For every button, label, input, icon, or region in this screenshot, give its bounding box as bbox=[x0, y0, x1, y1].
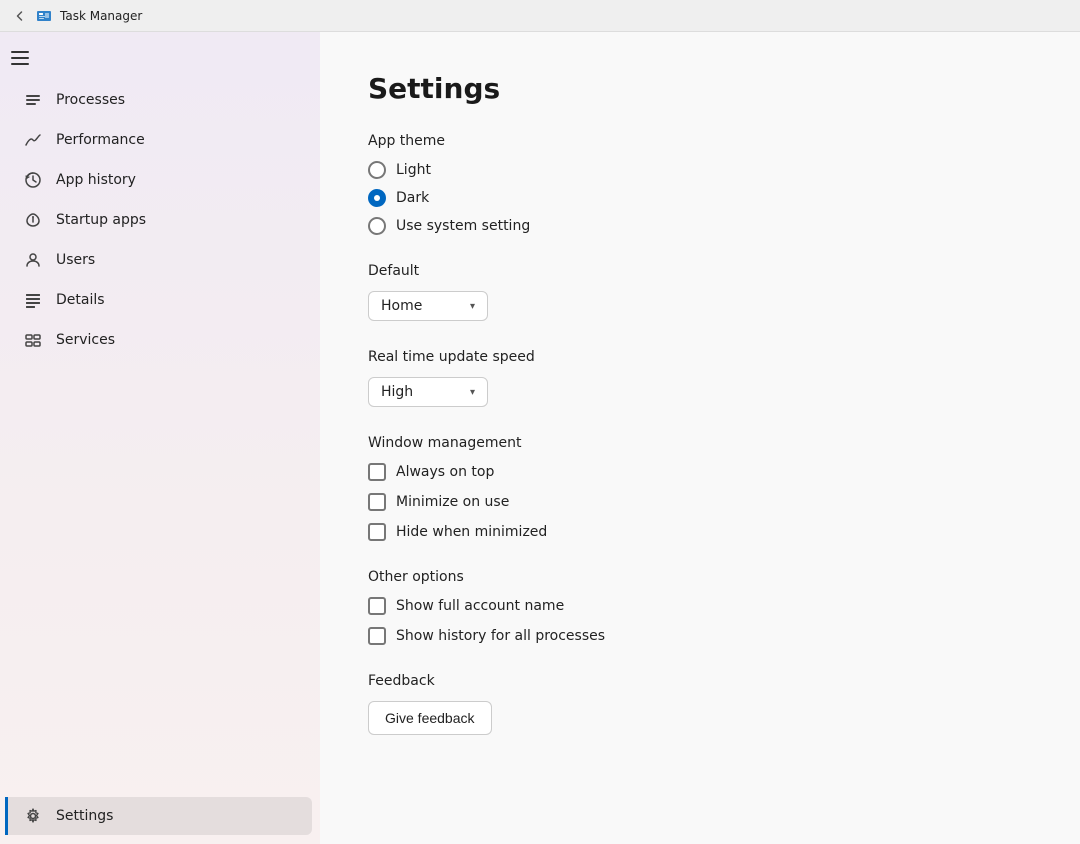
details-icon bbox=[24, 291, 42, 309]
page-title: Settings bbox=[368, 72, 1032, 105]
checkbox-always-on-top-label: Always on top bbox=[396, 464, 494, 480]
app-history-icon bbox=[24, 171, 42, 189]
sidebar-label-processes: Processes bbox=[56, 92, 125, 108]
chevron-down-icon-2: ▾ bbox=[470, 387, 475, 398]
window-management-label: Window management bbox=[368, 435, 1032, 451]
checkbox-always-on-top[interactable]: Always on top bbox=[368, 463, 1032, 481]
radio-light-input[interactable] bbox=[368, 161, 386, 179]
sidebar-bottom: Settings bbox=[0, 796, 320, 836]
checkbox-minimize-on-use-input[interactable] bbox=[368, 493, 386, 511]
checkbox-always-on-top-input[interactable] bbox=[368, 463, 386, 481]
hamburger-button[interactable] bbox=[0, 40, 40, 76]
startup-icon bbox=[24, 211, 42, 229]
radio-system-label: Use system setting bbox=[396, 218, 530, 234]
other-options-label: Other options bbox=[368, 569, 1032, 585]
default-dropdown-value: Home bbox=[381, 298, 422, 314]
chevron-down-icon: ▾ bbox=[470, 301, 475, 312]
realtime-dropdown[interactable]: High ▾ bbox=[368, 377, 488, 407]
sidebar-label-app-history: App history bbox=[56, 172, 136, 188]
radio-dark[interactable]: Dark bbox=[368, 189, 1032, 207]
checkbox-show-history-all[interactable]: Show history for all processes bbox=[368, 627, 1032, 645]
sidebar-label-settings: Settings bbox=[56, 808, 113, 824]
app-body: Processes Performance App history bbox=[0, 32, 1080, 844]
performance-icon bbox=[24, 131, 42, 149]
sidebar-item-startup-apps[interactable]: Startup apps bbox=[8, 201, 312, 239]
checkbox-show-full-account-input[interactable] bbox=[368, 597, 386, 615]
radio-system[interactable]: Use system setting bbox=[368, 217, 1032, 235]
sidebar: Processes Performance App history bbox=[0, 32, 320, 844]
sidebar-label-startup-apps: Startup apps bbox=[56, 212, 146, 228]
radio-dark-input[interactable] bbox=[368, 189, 386, 207]
sidebar-item-details[interactable]: Details bbox=[8, 281, 312, 319]
realtime-dropdown-value: High bbox=[381, 384, 413, 400]
sidebar-label-details: Details bbox=[56, 292, 105, 308]
checkbox-show-full-account-label: Show full account name bbox=[396, 598, 564, 614]
realtime-section: Real time update speed High ▾ bbox=[368, 349, 1032, 407]
sidebar-label-performance: Performance bbox=[56, 132, 145, 148]
checkbox-minimize-on-use-label: Minimize on use bbox=[396, 494, 509, 510]
checkbox-hide-when-minimized-input[interactable] bbox=[368, 523, 386, 541]
settings-icon bbox=[24, 807, 42, 825]
radio-light-label: Light bbox=[396, 162, 431, 178]
hamburger-icon bbox=[11, 51, 29, 65]
main-content: Settings App theme Light Dark Use system… bbox=[320, 32, 1080, 844]
checkbox-minimize-on-use[interactable]: Minimize on use bbox=[368, 493, 1032, 511]
app-theme-label: App theme bbox=[368, 133, 1032, 149]
default-section-label: Default bbox=[368, 263, 1032, 279]
checkbox-hide-when-minimized[interactable]: Hide when minimized bbox=[368, 523, 1032, 541]
sidebar-item-performance[interactable]: Performance bbox=[8, 121, 312, 159]
checkbox-show-full-account[interactable]: Show full account name bbox=[368, 597, 1032, 615]
checkbox-hide-when-minimized-label: Hide when minimized bbox=[396, 524, 547, 540]
sidebar-item-users[interactable]: Users bbox=[8, 241, 312, 279]
feedback-section-label: Feedback bbox=[368, 673, 1032, 689]
default-dropdown[interactable]: Home ▾ bbox=[368, 291, 488, 321]
titlebar: Task Manager bbox=[0, 0, 1080, 32]
feedback-section: Feedback Give feedback bbox=[368, 673, 1032, 735]
realtime-section-label: Real time update speed bbox=[368, 349, 1032, 365]
users-icon bbox=[24, 251, 42, 269]
window-management-checkboxes: Always on top Minimize on use Hide when … bbox=[368, 463, 1032, 541]
radio-system-input[interactable] bbox=[368, 217, 386, 235]
services-icon bbox=[24, 331, 42, 349]
app-icon bbox=[36, 8, 52, 24]
other-options-section: Other options Show full account name Sho… bbox=[368, 569, 1032, 645]
sidebar-label-services: Services bbox=[56, 332, 115, 348]
app-theme-radio-group: Light Dark Use system setting bbox=[368, 161, 1032, 235]
back-button[interactable] bbox=[12, 8, 28, 24]
give-feedback-button[interactable]: Give feedback bbox=[368, 701, 492, 735]
checkbox-show-history-all-label: Show history for all processes bbox=[396, 628, 605, 644]
window-management-section: Window management Always on top Minimize… bbox=[368, 435, 1032, 541]
sidebar-item-app-history[interactable]: App history bbox=[8, 161, 312, 199]
other-options-checkboxes: Show full account name Show history for … bbox=[368, 597, 1032, 645]
sidebar-item-services[interactable]: Services bbox=[8, 321, 312, 359]
default-section: Default Home ▾ bbox=[368, 263, 1032, 321]
app-theme-section: App theme Light Dark Use system setting bbox=[368, 133, 1032, 235]
sidebar-item-settings[interactable]: Settings bbox=[5, 797, 312, 835]
radio-dark-label: Dark bbox=[396, 190, 429, 206]
processes-icon bbox=[24, 91, 42, 109]
sidebar-label-users: Users bbox=[56, 252, 95, 268]
radio-light[interactable]: Light bbox=[368, 161, 1032, 179]
titlebar-title: Task Manager bbox=[60, 9, 142, 23]
checkbox-show-history-all-input[interactable] bbox=[368, 627, 386, 645]
sidebar-item-processes[interactable]: Processes bbox=[8, 81, 312, 119]
